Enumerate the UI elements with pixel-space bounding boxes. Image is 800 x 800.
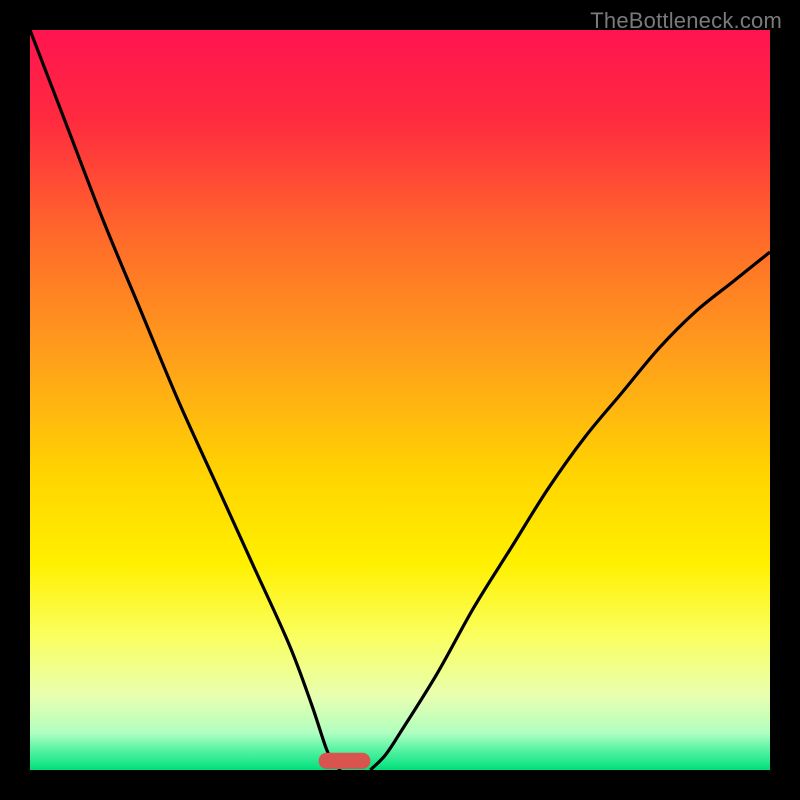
optimal-marker [319, 753, 371, 769]
bottleneck-chart [30, 30, 770, 770]
watermark-text: TheBottleneck.com [590, 8, 782, 34]
chart-frame [30, 30, 770, 770]
gradient-background [30, 30, 770, 770]
